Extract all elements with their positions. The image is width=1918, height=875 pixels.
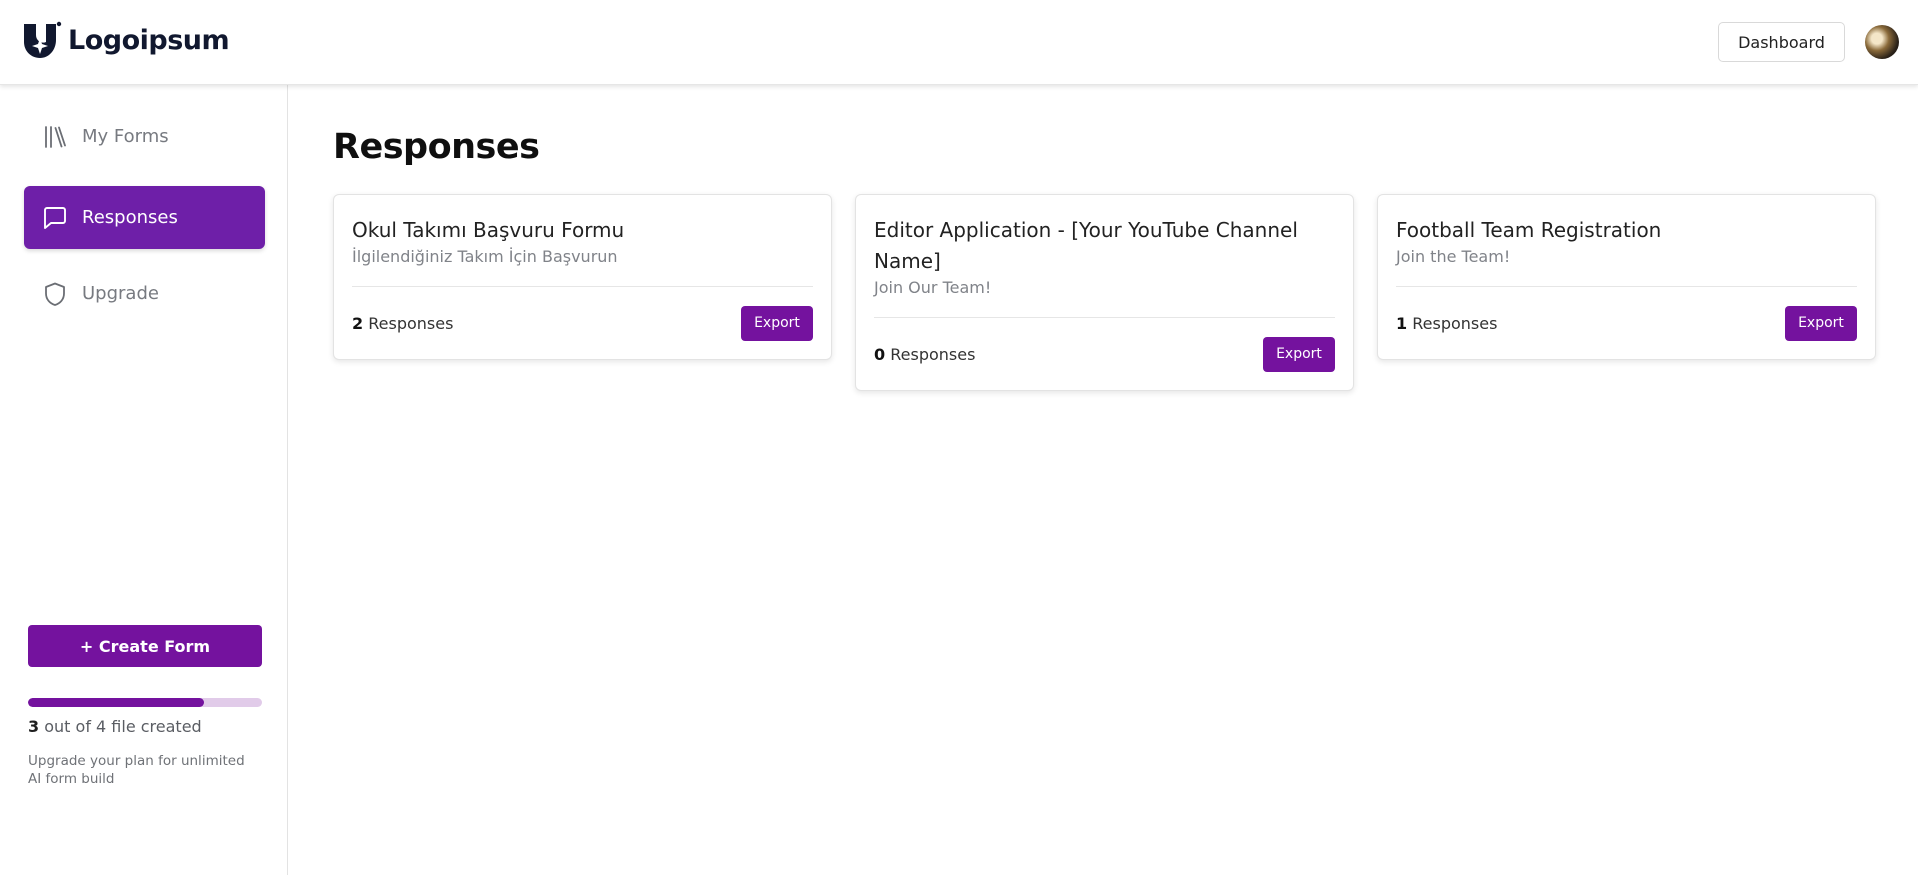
card-title: Okul Takımı Başvuru Formu [352,218,625,242]
card-subtitle: İlgilendiğiniz Takım İçin Başvurun [352,247,618,266]
sidebar-item-responses[interactable]: Responses [24,186,265,249]
sidebar-item-label: Responses [82,207,178,228]
top-header: Logoipsum Dashboard [0,0,1918,85]
response-count-number: 2 [352,313,364,333]
response-count-number: 0 [874,344,886,364]
upgrade-note: Upgrade your plan for unlimited AI form … [28,753,245,787]
usage-progress-fill [28,698,204,707]
response-count-label: Responses [890,344,976,364]
page-title: Responses [333,127,540,167]
shield-icon [45,282,65,306]
usage-text: 3 out of 4 file created [28,717,202,736]
create-form-button[interactable]: + Create Form [28,625,262,667]
form-card[interactable]: Editor Application - [Your YouTube Chann… [855,194,1354,391]
sidebar-item-label: My Forms [82,126,169,147]
card-footer: 1 Responses Export [1396,287,1857,359]
export-button[interactable]: Export [741,305,813,341]
library-icon [45,126,66,148]
logo-icon [24,21,62,58]
card-subtitle: Join Our Team! [874,278,992,297]
card-subtitle: Join the Team! [1396,247,1511,266]
card-title: Football Team Registration [1396,218,1662,242]
form-card[interactable]: Okul Takımı Başvuru Formu İlgilendiğiniz… [333,194,832,360]
sidebar-item-my-forms[interactable]: My Forms [24,105,265,168]
logo[interactable]: Logoipsum [22,20,230,60]
export-button[interactable]: Export [1263,336,1335,372]
response-count: 0 Responses [874,345,975,364]
response-count-label: Responses [368,313,454,333]
form-card[interactable]: Football Team Registration Join the Team… [1377,194,1876,360]
sidebar: My Forms Responses Upgrade + Create Form… [0,85,288,875]
avatar[interactable] [1865,25,1899,59]
dashboard-button[interactable]: Dashboard [1718,22,1845,62]
usage-progress-bar [28,698,262,707]
response-count: 2 Responses [352,314,453,333]
export-button[interactable]: Export [1785,305,1857,341]
message-square-icon [44,207,66,229]
usage-count: 3 [28,717,40,736]
response-count-number: 1 [1396,313,1408,333]
sidebar-item-upgrade[interactable]: Upgrade [24,262,265,325]
response-count-label: Responses [1412,313,1498,333]
response-count: 1 Responses [1396,314,1497,333]
logo-text: Logoipsum [68,24,230,56]
card-footer: 2 Responses Export [352,287,813,359]
card-title: Editor Application - [Your YouTube Chann… [874,218,1298,273]
sidebar-item-label: Upgrade [82,283,159,304]
usage-label: out of 4 file created [44,717,202,736]
card-footer: 0 Responses Export [874,318,1335,390]
